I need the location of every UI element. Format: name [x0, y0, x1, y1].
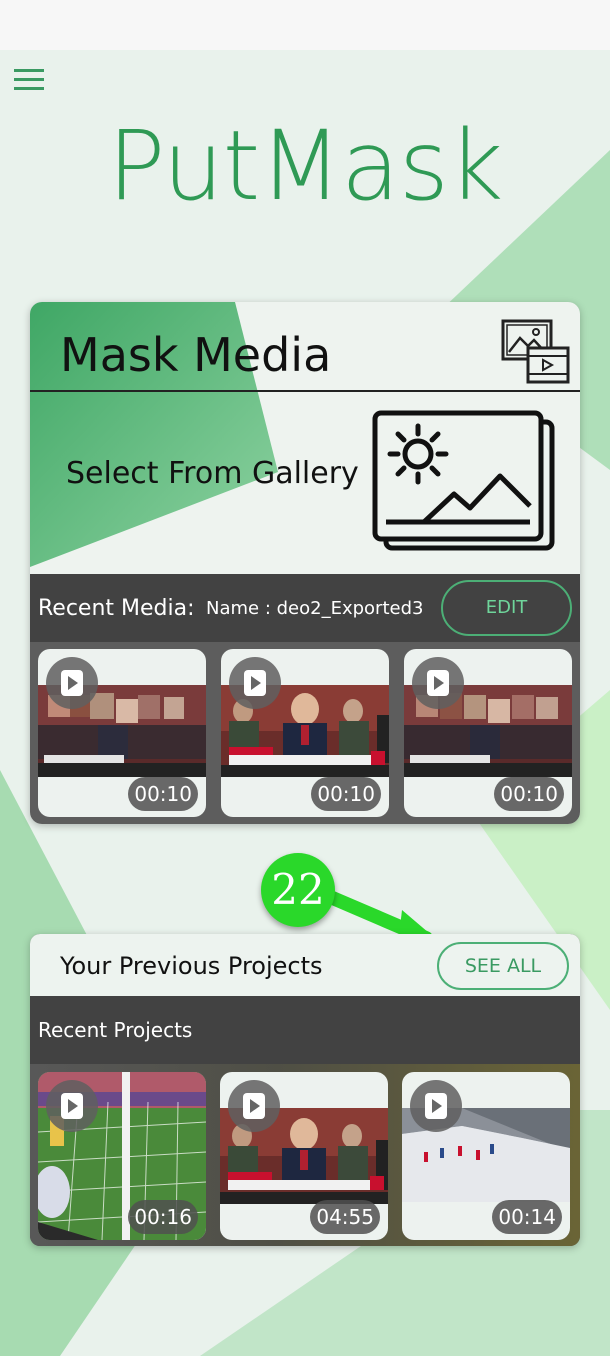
title-divider	[30, 390, 580, 392]
duration-badge: 00:10	[494, 777, 564, 811]
play-icon	[229, 657, 281, 709]
previous-projects-card: Your Previous Projects SEE ALL Recent Pr…	[30, 934, 580, 1246]
play-icon	[46, 657, 98, 709]
recent-projects-bar: Recent Projects	[30, 996, 580, 1064]
play-icon	[46, 1080, 98, 1132]
play-icon	[228, 1080, 280, 1132]
projects-title: Your Previous Projects	[60, 952, 323, 980]
edit-button[interactable]: EDIT	[441, 580, 572, 636]
play-icon	[410, 1080, 462, 1132]
play-icon	[412, 657, 464, 709]
recent-media-name: Name : deo2_Exported3	[206, 598, 424, 619]
annotation-step-badge: 22	[261, 853, 335, 927]
see-all-button[interactable]: SEE ALL	[437, 942, 569, 990]
recent-media-thumbnail[interactable]: 00:10	[221, 649, 389, 817]
duration-badge: 00:10	[128, 777, 198, 811]
image-video-icon[interactable]	[500, 318, 572, 386]
status-bar	[0, 0, 610, 50]
recent-media-thumbnail[interactable]: 00:10	[404, 649, 572, 817]
project-thumbnail[interactable]: 00:16	[38, 1072, 206, 1240]
recent-media-thumbnail[interactable]: 00:10	[38, 649, 206, 817]
project-thumbnail[interactable]: 04:55	[220, 1072, 388, 1240]
duration-badge: 00:16	[128, 1200, 198, 1234]
duration-badge: 04:55	[310, 1200, 380, 1234]
recent-media-label: Recent Media:	[38, 596, 195, 621]
recent-media-strip: 00:10 00:10 00:10	[30, 642, 580, 824]
recent-media-bar: Recent Media: Name : deo2_Exported3 EDIT	[30, 574, 580, 642]
recent-projects-label: Recent Projects	[38, 1018, 193, 1042]
mask-media-title: Mask Media	[60, 328, 332, 382]
projects-header: Your Previous Projects SEE ALL	[30, 934, 580, 996]
mask-media-card: Mask Media Select From Gallery Recent Me…	[30, 302, 580, 824]
app-title: PutMask	[107, 110, 504, 222]
project-thumbnail[interactable]: 00:14	[402, 1072, 570, 1240]
duration-badge: 00:14	[492, 1200, 562, 1234]
hamburger-menu-icon[interactable]	[14, 69, 46, 93]
duration-badge: 00:10	[311, 777, 381, 811]
gallery-image-icon[interactable]	[372, 410, 556, 552]
recent-projects-strip: 00:16 04:55 00:14	[30, 1064, 580, 1246]
select-from-gallery-label[interactable]: Select From Gallery	[66, 456, 359, 491]
